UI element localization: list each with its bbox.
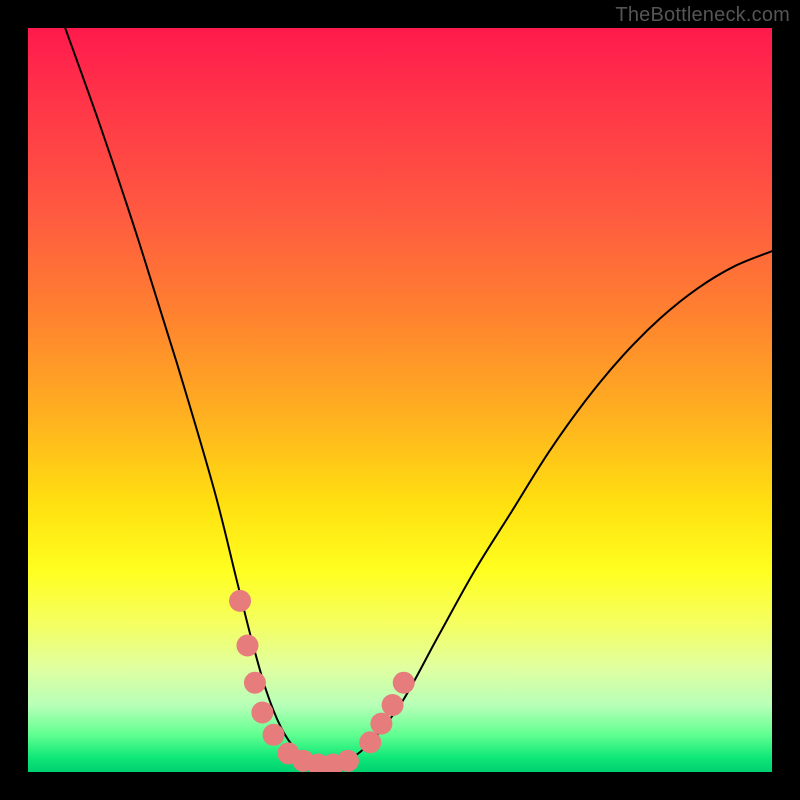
curve-marker (393, 672, 415, 694)
curve-marker (229, 590, 251, 612)
curve-marker (359, 731, 381, 753)
curve-marker (382, 694, 404, 716)
curve-markers-left (229, 590, 359, 772)
curve-marker (263, 724, 285, 746)
chart-frame: TheBottleneck.com (0, 0, 800, 800)
curve-marker (236, 635, 258, 657)
curve-markers-right (359, 672, 414, 754)
curve-marker (370, 713, 392, 735)
curve-marker (337, 750, 359, 772)
curve-marker (251, 701, 273, 723)
curve-marker (244, 672, 266, 694)
plot-area (28, 28, 772, 772)
bottleneck-curve (65, 28, 772, 765)
chart-svg (28, 28, 772, 772)
watermark-text: TheBottleneck.com (615, 4, 790, 27)
